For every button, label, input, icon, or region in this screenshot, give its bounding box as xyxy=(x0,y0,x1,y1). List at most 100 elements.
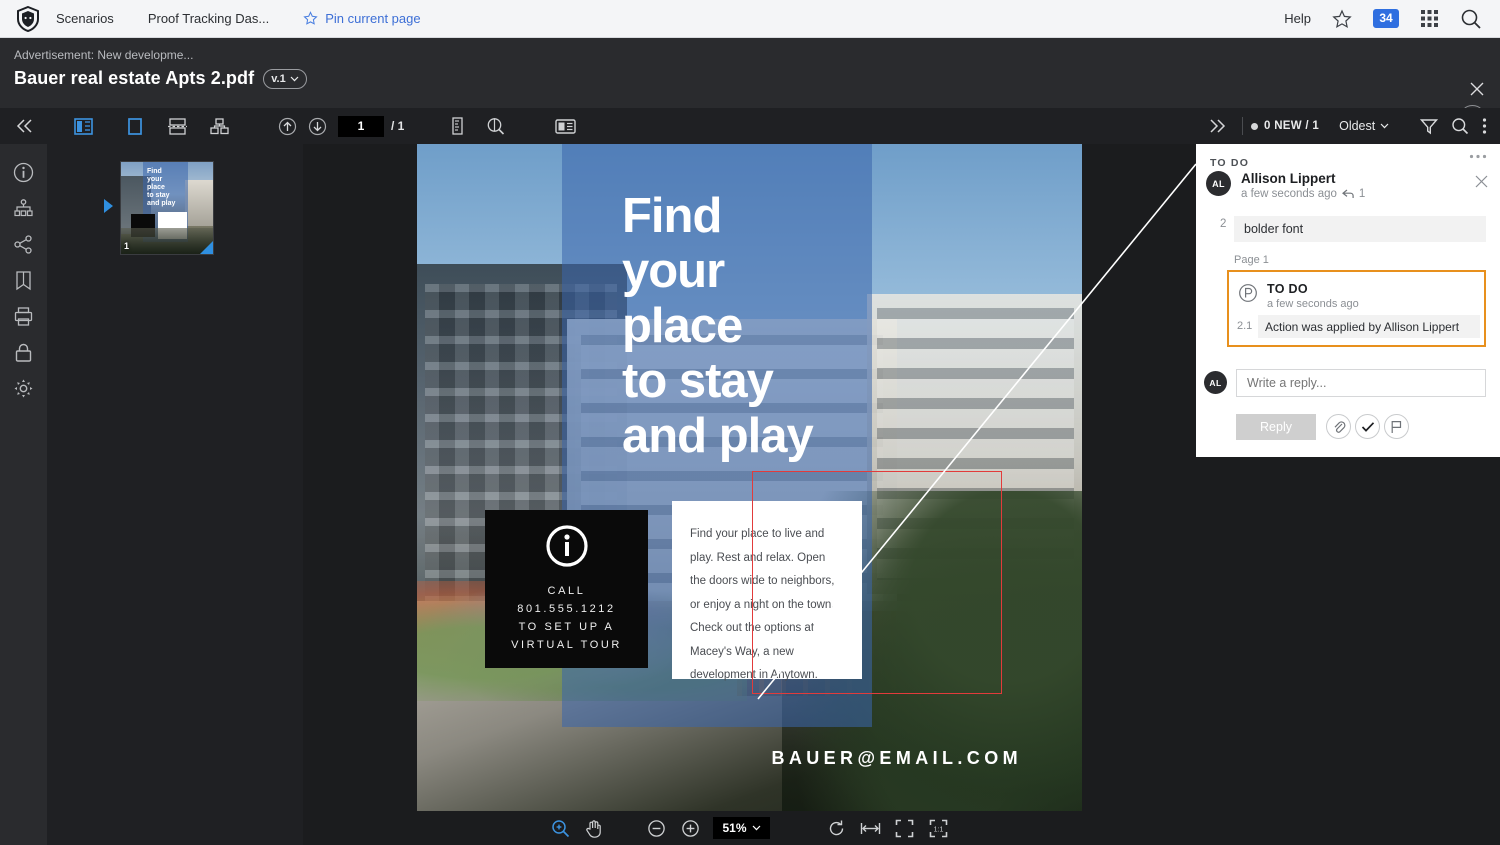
avatar[interactable]: AL xyxy=(1206,171,1231,196)
comments-sort-label: Oldest xyxy=(1339,119,1376,133)
current-page-caret-icon xyxy=(104,199,113,213)
sidebar-item-bookmarks[interactable] xyxy=(0,262,47,298)
svg-text:1:1: 1:1 xyxy=(934,826,944,833)
actual-size-button[interactable]: 1:1 xyxy=(922,813,956,843)
pan-tool-button[interactable] xyxy=(577,813,611,843)
zoom-level-selector[interactable]: 51% xyxy=(713,817,770,839)
comments-sort-selector[interactable]: Oldest xyxy=(1339,119,1389,133)
call-line-3: TO SET UP A xyxy=(518,621,615,633)
bookmark-icon xyxy=(13,270,34,291)
page-total-label: / 1 xyxy=(391,119,405,133)
shield-lion-logo-icon[interactable] xyxy=(0,5,56,32)
reply-input[interactable] xyxy=(1236,369,1486,397)
sidebar-item-permissions[interactable] xyxy=(0,334,47,370)
filter-funnel-icon[interactable] xyxy=(1420,118,1438,135)
star-icon[interactable] xyxy=(1332,9,1352,29)
comment-action-block: TO DO a few seconds ago 2.1 Action was a… xyxy=(1227,270,1486,347)
lock-icon xyxy=(13,342,34,363)
viewer-bottom-toolbar: 51% 1:1 xyxy=(303,811,1196,845)
zoom-in-button[interactable] xyxy=(673,813,707,843)
comment-action-title: TO DO xyxy=(1267,282,1308,296)
single-page-view[interactable] xyxy=(120,111,150,141)
document-title-row: Bauer real estate Apts 2.pdf v.1 xyxy=(14,68,307,89)
pin-current-page-button[interactable]: Pin current page xyxy=(303,11,421,26)
grid-apps-icon[interactable] xyxy=(1420,9,1439,28)
pending-circle-icon xyxy=(1238,283,1258,303)
search-icon[interactable] xyxy=(1460,8,1482,30)
more-vertical-icon[interactable] xyxy=(1482,117,1487,135)
chevron-down-icon xyxy=(1380,123,1389,129)
document-page[interactable]: Find your place to stay and play CALL 80… xyxy=(417,144,1082,811)
version-label: v.1 xyxy=(271,72,286,85)
close-comment-icon[interactable] xyxy=(1475,175,1488,188)
rotate-page-button[interactable] xyxy=(820,813,854,843)
comment-meta: a few seconds ago 1 xyxy=(1241,188,1365,200)
more-horizontal-icon[interactable] xyxy=(1469,154,1487,159)
close-icon[interactable] xyxy=(1470,82,1484,96)
fit-page-button[interactable] xyxy=(888,813,922,843)
notifications-badge[interactable]: 34 xyxy=(1373,9,1399,28)
thumbnails-panel: Find your place to stay and play 1 xyxy=(47,144,339,845)
expand-comments-panel-button[interactable] xyxy=(1202,111,1232,141)
search-icon[interactable] xyxy=(1451,117,1469,135)
comment-author: Allison Lippert xyxy=(1241,171,1336,186)
grid-pages-view[interactable] xyxy=(204,111,234,141)
flag-icon xyxy=(1390,420,1403,434)
status-badge: TO DO xyxy=(1210,157,1250,169)
left-icon-rail xyxy=(0,144,47,845)
paperclip-icon xyxy=(1332,420,1346,434)
gear-icon xyxy=(13,378,34,399)
help-link[interactable]: Help xyxy=(1284,11,1311,26)
thumbnail-preview[interactable]: Find your place to stay and play 1 xyxy=(120,161,214,255)
nav-link-proof-tracking-dashboard[interactable]: Proof Tracking Das... xyxy=(148,11,269,26)
previous-page-button[interactable] xyxy=(272,111,302,141)
resolve-button[interactable] xyxy=(1355,414,1380,439)
collapse-panel-button[interactable] xyxy=(10,111,40,141)
call-line-2: 801.555.1212 xyxy=(517,602,616,615)
reply-avatar[interactable]: AL xyxy=(1204,371,1227,394)
call-line-4: VIRTUAL TOUR xyxy=(511,639,622,652)
next-page-button[interactable] xyxy=(302,111,332,141)
zoom-tool-button[interactable] xyxy=(543,813,577,843)
comment-time: a few seconds ago xyxy=(1241,188,1337,200)
call-line-1: CALL xyxy=(547,584,586,597)
poster-email: BAUER@EMAIL.COM xyxy=(771,748,1022,768)
document-header-bar: Advertisement: New developme... Bauer re… xyxy=(0,38,1500,132)
thumbnail-selected-corner xyxy=(200,241,213,254)
check-icon xyxy=(1361,421,1375,433)
share-nodes-icon xyxy=(13,234,34,255)
document-canvas[interactable]: Find your place to stay and play CALL 80… xyxy=(303,144,1196,811)
page-number-input[interactable]: 1 xyxy=(338,115,384,137)
ruler-icon[interactable] xyxy=(442,111,472,141)
filmstrip-view[interactable] xyxy=(162,111,192,141)
zoom-level-label: 51% xyxy=(722,821,747,835)
sidebar-item-document-info[interactable] xyxy=(0,154,47,190)
comment-card: TO DO AL Allison Lippert a few seconds a… xyxy=(1196,144,1500,457)
annotation-rectangle[interactable] xyxy=(752,471,1002,694)
thumbnail-page-number: 1 xyxy=(124,241,130,251)
toggle-thumbnails-panel[interactable] xyxy=(68,111,98,141)
attach-file-button[interactable] xyxy=(1326,414,1351,439)
reply-arrow-icon xyxy=(1341,189,1354,199)
nav-link-scenarios[interactable]: Scenarios xyxy=(56,11,114,26)
comments-count-label: 0 NEW / 1 xyxy=(1264,120,1320,132)
thumbnail-item[interactable]: Find your place to stay and play 1 xyxy=(104,161,214,255)
sidebar-item-share[interactable] xyxy=(0,226,47,262)
sidebar-item-print[interactable] xyxy=(0,298,47,334)
top-nav-right-group: Help 34 xyxy=(1284,8,1500,30)
poster-headline: Find your place to stay and play xyxy=(622,189,814,463)
sidebar-item-settings[interactable] xyxy=(0,370,47,406)
fit-width-button[interactable] xyxy=(854,813,888,843)
chevron-down-icon xyxy=(290,76,299,82)
flag-button[interactable] xyxy=(1384,414,1409,439)
page-title: Bauer real estate Apts 2.pdf xyxy=(14,68,255,88)
sidebar-item-workflow[interactable] xyxy=(0,190,47,226)
side-by-side-compare-icon[interactable] xyxy=(550,111,580,141)
version-selector[interactable]: v.1 xyxy=(263,68,307,89)
reply-button[interactable]: Reply xyxy=(1236,414,1316,440)
zoom-out-button[interactable] xyxy=(639,813,673,843)
poster-call-text: CALL 801.555.1212 TO SET UP A VIRTUAL TO… xyxy=(511,582,622,655)
magnify-inspect-icon[interactable] xyxy=(480,111,510,141)
pin-current-page-label: Pin current page xyxy=(325,11,421,26)
new-comments-dot-icon xyxy=(1251,122,1258,130)
